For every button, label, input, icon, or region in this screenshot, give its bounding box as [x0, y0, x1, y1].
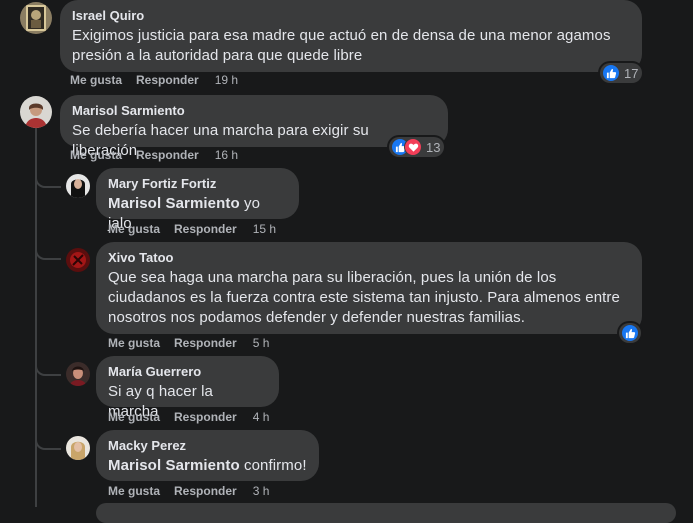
- thread-branch: [35, 244, 61, 260]
- reply-bubble: María Guerrero Si ay q hacer la marcha: [96, 356, 279, 420]
- reply-bubble: Macky Perez Marisol Sarmiento confirmo!: [96, 430, 319, 481]
- mention-link[interactable]: Marisol Sarmiento: [108, 195, 240, 212]
- reply-actions: Me gusta Responder 3 h: [108, 484, 283, 498]
- reply-button[interactable]: Responder: [174, 484, 237, 498]
- timestamp[interactable]: 15 h: [253, 222, 276, 236]
- reply-author[interactable]: Macky Perez: [108, 438, 307, 453]
- like-button[interactable]: Me gusta: [108, 222, 160, 236]
- reply-button[interactable]: Responder: [174, 410, 237, 424]
- reaction-summary[interactable]: [619, 323, 641, 343]
- reply-button[interactable]: Responder: [174, 222, 237, 236]
- love-icon: [404, 138, 422, 156]
- reaction-count: 13: [426, 139, 441, 155]
- reply-text: Marisol Sarmiento confirmo!: [108, 457, 307, 474]
- timestamp[interactable]: 3 h: [253, 484, 270, 498]
- like-icon: [602, 64, 620, 82]
- thread-branch: [35, 360, 61, 376]
- like-button[interactable]: Me gusta: [70, 73, 122, 87]
- like-button[interactable]: Me gusta: [108, 484, 160, 498]
- reaction-summary[interactable]: 13: [389, 137, 445, 157]
- reply-author[interactable]: Mary Fortiz Fortiz: [108, 176, 287, 191]
- reply-text: Que sea haga una marcha para su liberaci…: [108, 269, 620, 326]
- comment-actions: Me gusta Responder 16 h: [70, 148, 252, 162]
- reply-author[interactable]: Xivo Tatoo: [108, 250, 630, 265]
- reply-author[interactable]: María Guerrero: [108, 364, 267, 379]
- reply-button[interactable]: Responder: [136, 73, 199, 87]
- avatar[interactable]: [66, 362, 90, 386]
- reply-bubble: Mary Fortiz Fortiz Marisol Sarmiento yo …: [96, 168, 299, 232]
- timestamp[interactable]: 4 h: [253, 410, 270, 424]
- reaction-summary[interactable]: 17: [600, 63, 643, 83]
- like-button[interactable]: Me gusta: [108, 410, 160, 424]
- reply-actions: Me gusta Responder 5 h: [108, 336, 283, 350]
- reply-actions: Me gusta Responder 4 h: [108, 410, 283, 424]
- reply-button[interactable]: Responder: [174, 336, 237, 350]
- reply-bubble: [96, 503, 676, 523]
- comment-text: Exigimos justicia para esa madre que act…: [72, 27, 611, 64]
- thread-branch: [35, 434, 61, 450]
- reaction-count: 17: [624, 65, 639, 81]
- comment-bubble: Israel Quiro Exigimos justicia para esa …: [60, 0, 642, 72]
- avatar[interactable]: [66, 174, 90, 198]
- timestamp[interactable]: 19 h: [215, 73, 238, 87]
- like-button[interactable]: Me gusta: [70, 148, 122, 162]
- thread-branch: [35, 172, 61, 188]
- mention-link[interactable]: Marisol Sarmiento: [108, 457, 240, 474]
- like-button[interactable]: Me gusta: [108, 336, 160, 350]
- comment-actions: Me gusta Responder 19 h: [70, 73, 252, 87]
- comment-author[interactable]: Israel Quiro: [72, 8, 630, 23]
- reply-button[interactable]: Responder: [136, 148, 199, 162]
- comment-author[interactable]: Marisol Sarmiento: [72, 103, 436, 118]
- thread-line: [35, 128, 37, 507]
- avatar[interactable]: [20, 2, 52, 34]
- reply-actions: Me gusta Responder 15 h: [108, 222, 290, 236]
- avatar[interactable]: [66, 436, 90, 460]
- avatar[interactable]: [20, 96, 52, 128]
- comment-bubble: Marisol Sarmiento Se debería hacer una m…: [60, 95, 448, 159]
- avatar[interactable]: [66, 248, 90, 272]
- like-icon: [621, 324, 639, 342]
- reply-bubble: Xivo Tatoo Que sea haga una marcha para …: [96, 242, 642, 334]
- timestamp[interactable]: 5 h: [253, 336, 270, 350]
- timestamp[interactable]: 16 h: [215, 148, 238, 162]
